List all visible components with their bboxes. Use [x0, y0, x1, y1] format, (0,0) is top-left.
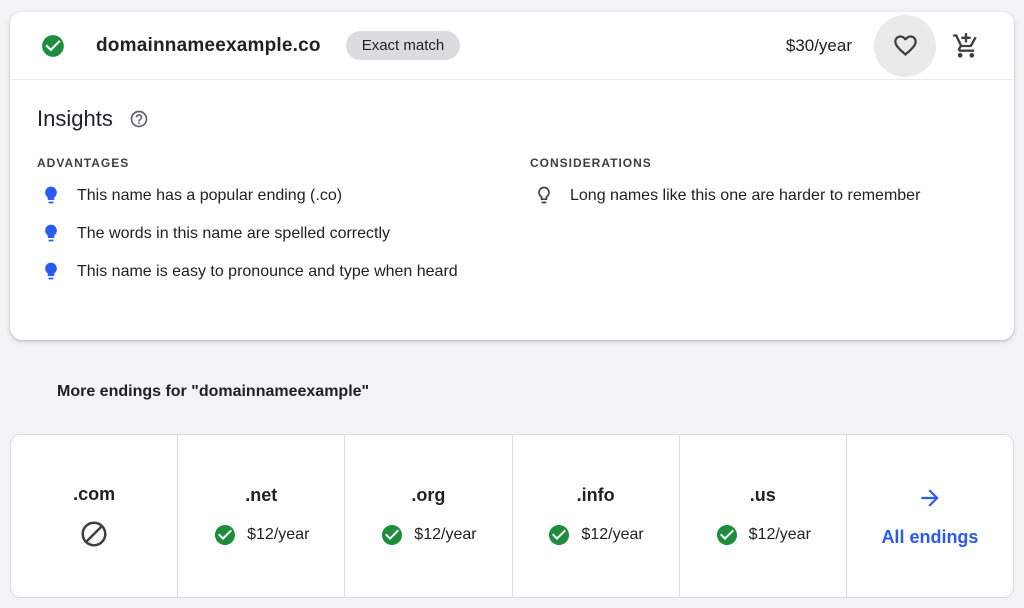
- tld-label: .us: [750, 485, 776, 506]
- tld-label: .com: [73, 484, 115, 505]
- considerations-column: CONSIDERATIONS Long names like this one …: [530, 156, 987, 284]
- lightbulb-filled-icon: [41, 261, 61, 281]
- add-to-cart-button[interactable]: [944, 24, 988, 68]
- lightbulb-outline-icon: [534, 185, 554, 205]
- ending-card-info[interactable]: .info $12/year: [512, 435, 679, 597]
- advantages-column: ADVANTAGES This name has a popular endin…: [37, 156, 530, 284]
- advantage-item: This name has a popular ending (.co): [37, 184, 530, 208]
- result-row: domainnameexample.co Exact match $30/yea…: [10, 12, 1014, 80]
- tld-label: .org: [411, 485, 445, 506]
- ending-card-net[interactable]: .net $12/year: [177, 435, 344, 597]
- add-shopping-cart-icon: [952, 32, 980, 60]
- consideration-text: Long names like this one are harder to r…: [570, 184, 920, 208]
- tld-price: $12/year: [749, 526, 811, 544]
- arrow-right-icon: [917, 485, 943, 511]
- considerations-label: CONSIDERATIONS: [530, 156, 987, 170]
- available-check-icon: [380, 523, 404, 547]
- insights-help-button[interactable]: [129, 109, 149, 129]
- domain-result-card: domainnameexample.co Exact match $30/yea…: [10, 12, 1014, 340]
- ending-card-us[interactable]: .us $12/year: [679, 435, 846, 597]
- lightbulb-filled-icon: [41, 185, 61, 205]
- more-endings-strip: .com .net $12/year .org $12/year: [10, 434, 1014, 598]
- advantage-text: This name has a popular ending (.co): [77, 184, 342, 208]
- exact-match-badge: Exact match: [346, 31, 461, 60]
- available-check-icon: [40, 33, 66, 59]
- heart-icon: [892, 32, 919, 59]
- available-check-icon: [547, 523, 571, 547]
- insights-section: Insights ADVANTAGES This: [10, 80, 1014, 284]
- advantages-label: ADVANTAGES: [37, 156, 530, 170]
- tld-price: $12/year: [247, 526, 309, 544]
- available-check-icon: [213, 523, 237, 547]
- help-circle-icon: [129, 109, 149, 129]
- available-check-icon: [715, 523, 739, 547]
- more-endings-heading: More endings for "domainnameexample": [57, 383, 369, 401]
- tld-price: $12/year: [581, 526, 643, 544]
- all-endings-label: All endings: [881, 527, 978, 548]
- advantage-item: The words in this name are spelled corre…: [37, 222, 530, 246]
- advantage-item: This name is easy to pronounce and type …: [37, 260, 530, 284]
- advantage-text: This name is easy to pronounce and type …: [77, 260, 458, 284]
- domain-name: domainnameexample.co: [96, 35, 321, 57]
- ending-card-com: .com: [11, 435, 177, 597]
- tld-price: $12/year: [414, 526, 476, 544]
- all-endings-button[interactable]: All endings: [846, 435, 1013, 597]
- ending-card-org[interactable]: .org $12/year: [344, 435, 511, 597]
- favorite-button[interactable]: [874, 15, 936, 77]
- tld-label: .info: [577, 485, 615, 506]
- lightbulb-filled-icon: [41, 223, 61, 243]
- consideration-item: Long names like this one are harder to r…: [530, 184, 987, 208]
- insights-title: Insights: [37, 106, 113, 132]
- tld-label: .net: [245, 485, 277, 506]
- advantage-text: The words in this name are spelled corre…: [77, 222, 390, 246]
- domain-price: $30/year: [786, 36, 852, 56]
- blocked-icon: [79, 519, 109, 549]
